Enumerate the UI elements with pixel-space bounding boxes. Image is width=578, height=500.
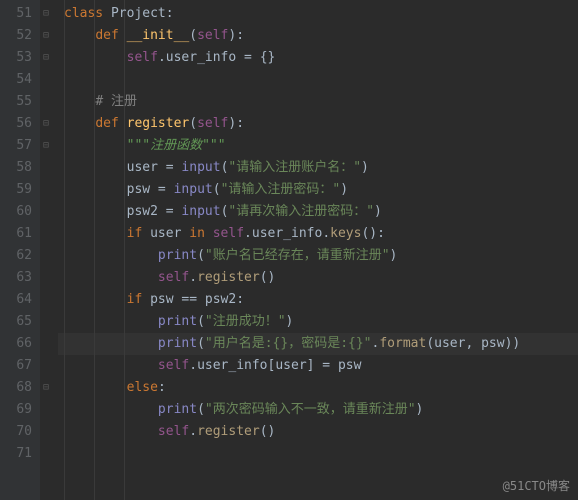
line-number: 69 bbox=[12, 399, 32, 421]
line-number: 64 bbox=[12, 289, 32, 311]
code-line[interactable]: def register(self): bbox=[64, 113, 578, 135]
code-line[interactable]: psw = input("请输入注册密码：") bbox=[64, 179, 578, 201]
line-number: 53 bbox=[12, 47, 32, 69]
code-line[interactable]: class Project: bbox=[64, 3, 578, 25]
code-line[interactable]: self.register() bbox=[64, 267, 578, 289]
line-number: 63 bbox=[12, 267, 32, 289]
code-line[interactable]: print("注册成功！") bbox=[64, 311, 578, 333]
line-number: 67 bbox=[12, 355, 32, 377]
line-number-gutter: 51 52 53 54 55 56 57 58 59 60 61 62 63 6… bbox=[0, 0, 40, 500]
code-area[interactable]: class Project: def __init__(self): self.… bbox=[58, 0, 578, 500]
code-line[interactable]: # 注册 bbox=[64, 91, 578, 113]
code-line[interactable]: else: bbox=[64, 377, 578, 399]
line-number: 57 bbox=[12, 135, 32, 157]
code-line[interactable]: self.user_info = {} bbox=[64, 47, 578, 69]
line-number: 58 bbox=[12, 157, 32, 179]
fold-icon[interactable]: ⊟ bbox=[43, 25, 49, 47]
watermark: @51CTO博客 bbox=[503, 477, 570, 494]
line-number: 55 bbox=[12, 91, 32, 113]
fold-icon[interactable]: ⊟ bbox=[43, 3, 49, 25]
code-line[interactable]: self.user_info[user] = psw bbox=[64, 355, 578, 377]
line-number: 52 bbox=[12, 25, 32, 47]
code-line[interactable]: def __init__(self): bbox=[64, 25, 578, 47]
line-number: 59 bbox=[12, 179, 32, 201]
code-line[interactable]: if user in self.user_info.keys(): bbox=[64, 223, 578, 245]
line-number: 68 bbox=[12, 377, 32, 399]
code-line[interactable]: print("两次密码输入不一致，请重新注册") bbox=[64, 399, 578, 421]
code-line[interactable] bbox=[64, 69, 578, 91]
fold-icon[interactable]: ⊟ bbox=[43, 135, 49, 157]
code-line[interactable] bbox=[64, 443, 578, 465]
line-number: 60 bbox=[12, 201, 32, 223]
code-line[interactable]: """注册函数""" bbox=[64, 135, 578, 157]
code-line[interactable]: psw2 = input("请再次输入注册密码：") bbox=[64, 201, 578, 223]
fold-column: ⊟ ⊟ ⊟ ⊟ ⊟ ⊟ bbox=[40, 0, 58, 500]
line-number: 62 bbox=[12, 245, 32, 267]
line-number: 61 bbox=[12, 223, 32, 245]
line-number: 56 bbox=[12, 113, 32, 135]
code-line[interactable]: user = input("请输入注册账户名：") bbox=[64, 157, 578, 179]
line-number: 71 bbox=[12, 443, 32, 465]
code-editor: 51 52 53 54 55 56 57 58 59 60 61 62 63 6… bbox=[0, 0, 578, 500]
line-number: 54 bbox=[12, 69, 32, 91]
fold-icon[interactable]: ⊟ bbox=[43, 377, 49, 399]
code-line[interactable]: self.register() bbox=[64, 421, 578, 443]
code-line[interactable]: if psw == psw2: bbox=[64, 289, 578, 311]
fold-icon[interactable]: ⊟ bbox=[43, 113, 49, 135]
code-line[interactable]: print("账户名已经存在，请重新注册") bbox=[64, 245, 578, 267]
line-number: 65 bbox=[12, 311, 32, 333]
line-number: 66 bbox=[12, 333, 32, 355]
line-number: 70 bbox=[12, 421, 32, 443]
fold-icon[interactable]: ⊟ bbox=[43, 47, 49, 69]
line-number: 51 bbox=[12, 3, 32, 25]
